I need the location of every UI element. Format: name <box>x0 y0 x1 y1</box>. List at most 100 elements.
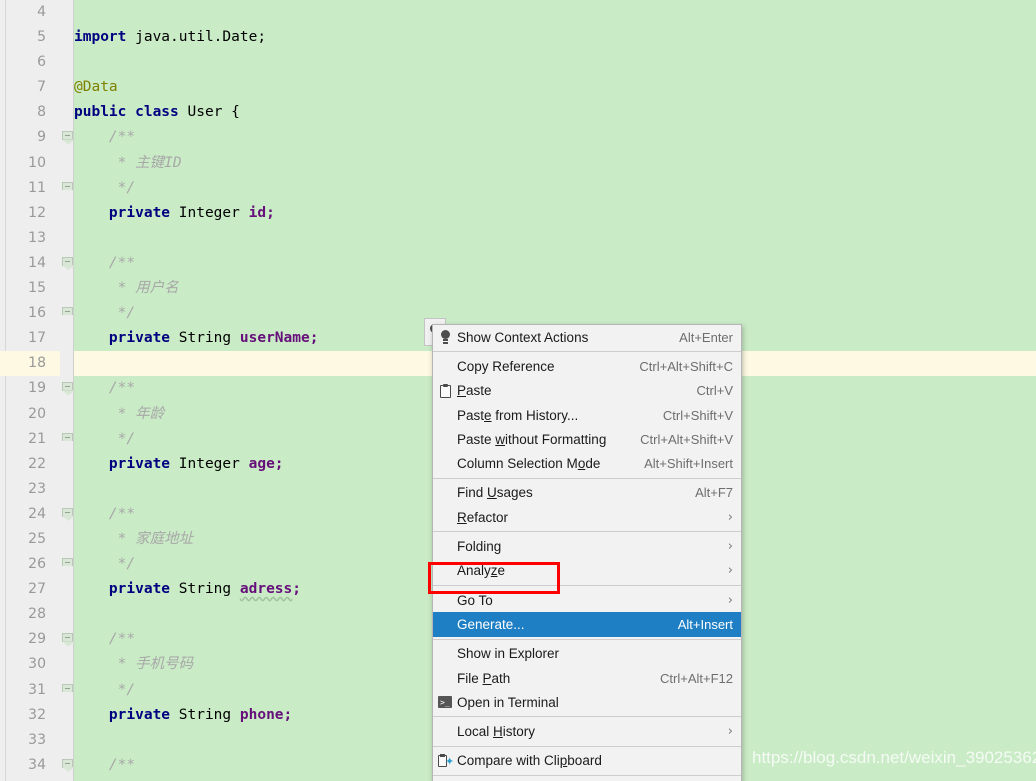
editor-context-menu[interactable]: Show Context ActionsAlt+Enter Copy Refere… <box>432 324 742 781</box>
code-background <box>74 0 1036 25</box>
code-text: public class User { <box>74 100 240 125</box>
code-line[interactable]: 8 public class User { <box>0 100 1036 125</box>
token: * 年龄 <box>74 406 164 422</box>
code-line[interactable]: 13 <box>0 226 1036 251</box>
token: * 用户名 <box>74 280 179 296</box>
code-line[interactable]: 7@Data <box>0 75 1036 100</box>
menu-item-shortcut: Ctrl+V <box>683 383 733 398</box>
menu-item-go-to[interactable]: Go To› <box>433 588 741 612</box>
code-line[interactable]: 6 <box>0 50 1036 75</box>
menu-item-paste-from-history[interactable]: Paste from History...Ctrl+Shift+V <box>433 403 741 427</box>
menu-item-refactor[interactable]: Refactor› <box>433 505 741 529</box>
token: */ <box>74 305 135 321</box>
menu-separator <box>433 716 741 717</box>
token: */ <box>74 682 135 698</box>
code-background <box>74 251 1036 276</box>
line-number: 6 <box>0 50 46 75</box>
menu-item-icon-slot <box>433 427 457 451</box>
fold-end-icon[interactable] <box>61 307 74 320</box>
line-number: 8 <box>0 100 46 125</box>
menu-item-shortcut: Ctrl+Shift+V <box>649 408 733 423</box>
code-text: */ <box>74 301 135 326</box>
menu-item-label: Show Context Actions <box>457 330 665 345</box>
menu-separator <box>433 746 741 747</box>
menu-item-show-context-actions[interactable]: Show Context ActionsAlt+Enter <box>433 325 741 349</box>
code-text: * 主键ID <box>74 151 182 176</box>
menu-item-icon-slot <box>433 534 457 558</box>
token: java.util.Date; <box>135 29 266 45</box>
menu-item-icon-slot <box>433 719 457 743</box>
code-line[interactable]: 9 /** <box>0 125 1036 150</box>
line-number: 13 <box>0 226 46 251</box>
code-line[interactable]: 16 */ <box>0 301 1036 326</box>
fold-end-icon[interactable] <box>61 182 74 195</box>
line-number: 17 <box>0 326 46 351</box>
fold-start-icon[interactable] <box>61 759 74 772</box>
menu-item-copy-reference[interactable]: Copy ReferenceCtrl+Alt+Shift+C <box>433 354 741 378</box>
menu-item-paste-without-formatting[interactable]: Paste without FormattingCtrl+Alt+Shift+V <box>433 427 741 451</box>
code-text: /** <box>74 502 135 527</box>
code-line[interactable]: 15 * 用户名 <box>0 276 1036 301</box>
line-number: 15 <box>0 276 46 301</box>
menu-item-label: Paste <box>457 383 683 398</box>
menu-item-column-selection-mode[interactable]: Column Selection ModeAlt+Shift+Insert <box>433 451 741 475</box>
menu-item-analyze[interactable]: Analyze› <box>433 559 741 583</box>
fold-end-icon[interactable] <box>61 684 74 697</box>
terminal-icon: >_ <box>433 690 457 714</box>
token: private <box>74 707 179 723</box>
fold-end-icon[interactable] <box>61 558 74 571</box>
code-line[interactable]: 14 /** <box>0 251 1036 276</box>
token: userName; <box>240 330 319 346</box>
code-text: /** <box>74 627 135 652</box>
fold-start-icon[interactable] <box>61 508 74 521</box>
line-number: 27 <box>0 577 46 602</box>
menu-item-label: Folding <box>457 539 718 554</box>
menu-item-label: Go To <box>457 593 718 608</box>
menu-item-generate[interactable]: Generate...Alt+Insert <box>433 612 741 636</box>
menu-item-open-in-terminal[interactable]: >_Open in Terminal <box>433 690 741 714</box>
line-number: 29 <box>0 627 46 652</box>
fold-start-icon[interactable] <box>61 131 74 144</box>
menu-item-icon-slot <box>433 403 457 427</box>
code-line[interactable]: 10 * 主键ID <box>0 151 1036 176</box>
fold-end-icon[interactable] <box>61 433 74 446</box>
code-background <box>74 276 1036 301</box>
code-text: /** <box>74 376 135 401</box>
code-line[interactable]: 5import java.util.Date; <box>0 25 1036 50</box>
fold-start-icon[interactable] <box>61 633 74 646</box>
token: /** <box>74 631 135 647</box>
line-number: 4 <box>0 0 46 25</box>
code-line[interactable]: 4 <box>0 0 1036 25</box>
code-text: private Integer age; <box>74 452 284 477</box>
code-text: private String phone; <box>74 703 292 728</box>
menu-item-show-in-explorer[interactable]: Show in Explorer <box>433 642 741 666</box>
token: /** <box>74 129 135 145</box>
menu-item-find-usages[interactable]: Find UsagesAlt+F7 <box>433 481 741 505</box>
line-number: 18 <box>0 351 46 376</box>
line-number: 16 <box>0 301 46 326</box>
code-text: private String adress; <box>74 577 301 602</box>
code-line[interactable]: 12 private Integer id; <box>0 201 1036 226</box>
code-line[interactable]: 11 */ <box>0 176 1036 201</box>
line-number: 23 <box>0 477 46 502</box>
menu-item-folding[interactable]: Folding› <box>433 534 741 558</box>
menu-item-compare-with-clipboard[interactable]: ✦Compare with Clipboard <box>433 749 741 773</box>
menu-item-paste[interactable]: PasteCtrl+V <box>433 379 741 403</box>
menu-item-shortcut: Alt+Enter <box>665 330 733 345</box>
menu-item-icon-slot <box>433 612 457 636</box>
menu-item-local-history[interactable]: Local History› <box>433 719 741 743</box>
token: String <box>179 330 240 346</box>
line-number: 25 <box>0 527 46 552</box>
token: phone; <box>240 707 292 723</box>
code-text: */ <box>74 176 135 201</box>
fold-start-icon[interactable] <box>61 382 74 395</box>
menu-item-icon-slot <box>433 354 457 378</box>
menu-item-file-path[interactable]: File PathCtrl+Alt+F12 <box>433 666 741 690</box>
lightbulb-icon <box>433 325 457 349</box>
compare-clipboard-icon: ✦ <box>433 749 457 773</box>
fold-start-icon[interactable] <box>61 257 74 270</box>
code-text: */ <box>74 427 135 452</box>
menu-item-label: Local History <box>457 724 718 739</box>
menu-item-shortcut: Alt+Shift+Insert <box>630 456 733 471</box>
menu-item-icon-slot <box>433 559 457 583</box>
